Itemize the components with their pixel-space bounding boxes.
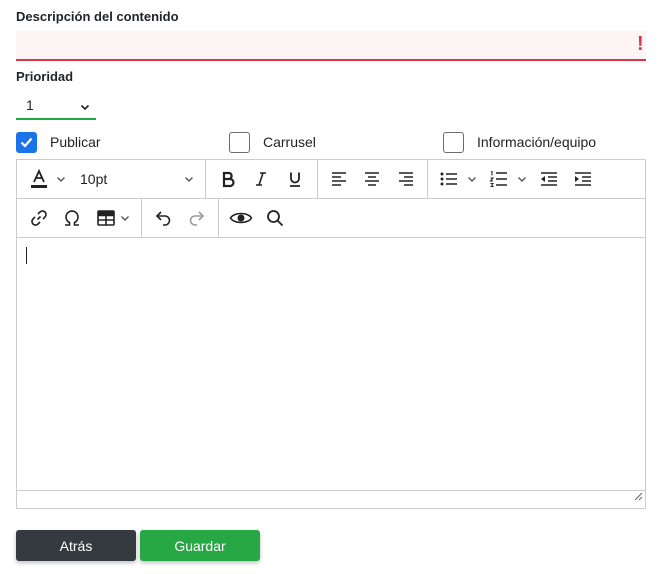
text-caret: [26, 247, 27, 264]
chevron-down-icon: [80, 99, 90, 115]
priority-label: Prioridad: [16, 69, 74, 84]
priority-select[interactable]: 1: [16, 92, 96, 120]
align-left-icon[interactable]: [327, 167, 351, 191]
numbered-list-icon[interactable]: [487, 167, 511, 191]
editor-content-area[interactable]: [17, 238, 645, 490]
back-button[interactable]: Atrás: [16, 530, 136, 561]
bold-icon[interactable]: [216, 167, 240, 191]
link-icon[interactable]: [27, 206, 51, 230]
rich-text-editor: 10pt: [16, 159, 646, 509]
priority-value: 1: [26, 97, 34, 113]
toolbar-divider: [141, 199, 142, 237]
font-size-value: 10pt: [80, 171, 108, 187]
editor-toolbar-row-2: [17, 199, 645, 238]
toolbar-divider: [218, 199, 219, 237]
underline-icon[interactable]: [283, 167, 307, 191]
checkbox-unchecked-icon[interactable]: [443, 131, 464, 153]
checkbox-unchecked-icon[interactable]: [229, 131, 250, 153]
table-icon[interactable]: [94, 206, 118, 230]
align-center-icon[interactable]: [360, 167, 384, 191]
outdent-icon[interactable]: [537, 167, 561, 191]
preview-icon[interactable]: [228, 206, 254, 230]
italic-icon[interactable]: [249, 167, 273, 191]
editor-statusbar: [17, 490, 645, 508]
checkbox-checked-icon[interactable]: [16, 131, 37, 153]
undo-icon[interactable]: [151, 206, 175, 230]
description-label: Descripción del contenido: [16, 9, 179, 24]
redo-icon[interactable]: [185, 206, 209, 230]
description-input[interactable]: [16, 31, 646, 61]
checkbox-carrusel[interactable]: Carrusel: [229, 131, 316, 153]
font-size-dropdown[interactable]: 10pt: [80, 167, 180, 191]
align-right-icon[interactable]: [394, 167, 418, 191]
text-color-icon[interactable]: [27, 167, 51, 191]
checkbox-label: Publicar: [50, 134, 101, 150]
save-button[interactable]: Guardar: [140, 530, 260, 561]
indent-icon[interactable]: [571, 167, 595, 191]
chevron-down-icon[interactable]: [466, 167, 478, 191]
chevron-down-icon[interactable]: [183, 167, 195, 191]
toolbar-divider: [317, 160, 318, 198]
chevron-down-icon[interactable]: [55, 167, 67, 191]
search-icon[interactable]: [263, 206, 287, 230]
editor-toolbar-row-1: 10pt: [17, 160, 645, 199]
resize-handle-icon[interactable]: [633, 488, 643, 506]
chevron-down-icon[interactable]: [119, 206, 131, 230]
toolbar-divider: [205, 160, 206, 198]
checkbox-informacion-equipo[interactable]: Información/equipo: [443, 131, 596, 153]
special-char-icon[interactable]: [60, 206, 84, 230]
checkbox-label: Información/equipo: [477, 134, 597, 150]
chevron-down-icon[interactable]: [516, 167, 528, 191]
error-icon: !: [637, 33, 644, 55]
toolbar-divider: [427, 160, 428, 198]
checkbox-label: Carrusel: [263, 134, 316, 150]
checkbox-publicar[interactable]: Publicar: [16, 131, 101, 153]
bullet-list-icon[interactable]: [437, 167, 461, 191]
